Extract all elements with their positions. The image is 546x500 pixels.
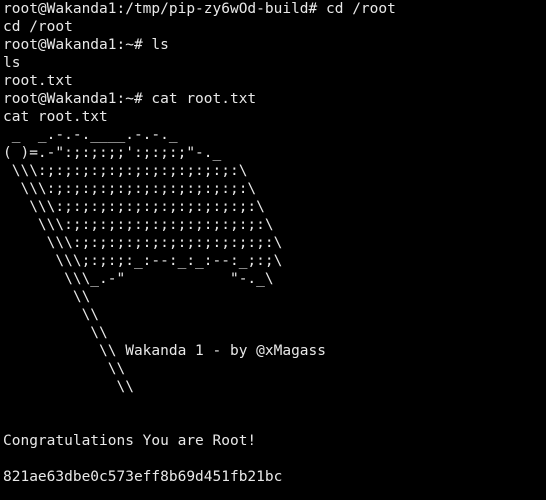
ascii-flag-line: \\ [3,325,108,341]
ascii-flag-line: _ _.-.-.____.-.-._ [3,127,178,143]
root-flag-hash: 821ae63dbe0c573eff8b69d451fb21bc [3,469,283,485]
terminal-line: root@Wakanda1:/tmp/pip-zy6wOd-build# cd … [3,1,396,17]
ascii-flag-line: \\ [3,289,91,305]
terminal-line: ls [3,55,21,71]
ascii-flag-line: \\ [3,307,100,323]
ascii-flag-line: \\\:;:;:;:;:;:;:;:;:;:;:;:\ [3,163,248,179]
ascii-flag-line: \\ Wakanda 1 - by @xMagass [3,343,327,359]
ascii-flag-line: \\\:;:;:;:;:;:;:;:;:;:;:;:\ [3,217,274,233]
ascii-flag-line: \\\_.-" "-._\ [3,271,274,287]
terminal-line: cd /root [3,19,73,35]
ascii-flag-line: \\\:;:;:;:;:;:;:;:;:;:;:;:\ [3,235,283,251]
ascii-flag-line: ( )=.-":;:;:;;':;:;:;"-._ [3,145,222,161]
terminal-line: root@Wakanda1:~# ls [3,37,169,53]
ascii-flag-line: \\\:;:;:;:;:;:;:;:;:;:;:;:\ [3,199,265,215]
terminal-line: root@Wakanda1:~# cat root.txt [3,91,257,107]
ascii-flag-line: \\ [3,361,126,377]
ascii-flag-line: \\\;:;:;:_:--:_:_:--:_;:;\ [3,253,283,269]
ascii-flag-line: \\ [3,379,134,395]
terminal-window[interactable]: root@Wakanda1:/tmp/pip-zy6wOd-build# cd … [0,0,546,500]
terminal-line: cat root.txt [3,109,108,125]
congratulations-message: Congratulations You are Root! [3,433,257,449]
terminal-line: root.txt [3,73,73,89]
ascii-flag-line: \\\:;:;:;:;:;:;:;:;:;:;:;:\ [3,181,257,197]
